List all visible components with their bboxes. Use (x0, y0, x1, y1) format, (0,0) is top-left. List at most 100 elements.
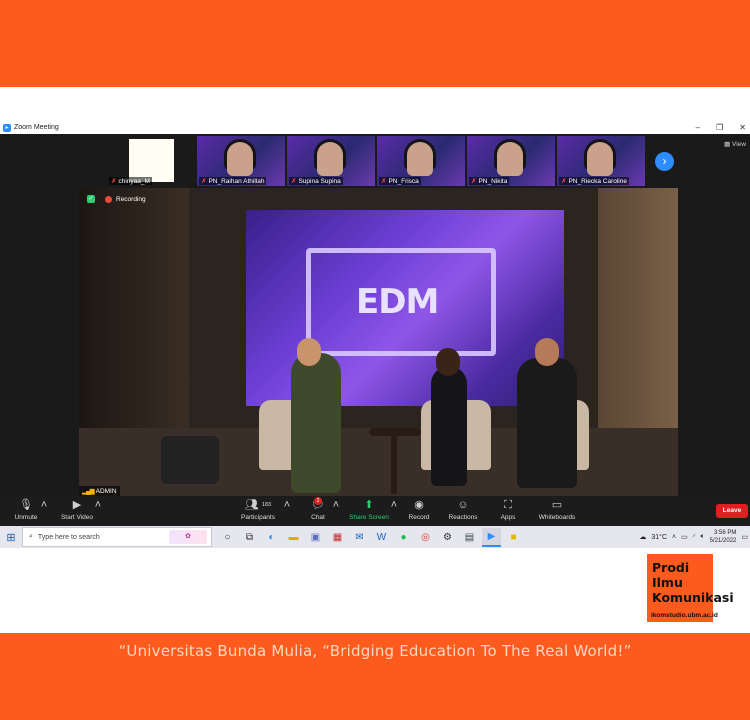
stage-table (369, 428, 421, 436)
meeting-toolbar: 🎙︎ Unmute ˄ ▶︎ Start Video ˄ 👥︎ 183 Part… (0, 496, 750, 526)
chat-options-caret[interactable]: ˄ (332, 499, 340, 512)
sticky-notes-icon[interactable]: ■ (504, 528, 523, 547)
participant-face (497, 142, 523, 176)
window-title: Zoom Meeting (14, 124, 59, 131)
taskbar-clock[interactable]: 3:56 PM 5/21/2022 (710, 529, 737, 545)
notification-icon[interactable]: ▭ (741, 533, 748, 541)
edge-icon[interactable]: ◐ (262, 528, 281, 547)
cortana-icon[interactable]: ○ (218, 528, 237, 547)
record-button[interactable]: ◉ Record (406, 499, 432, 521)
leave-button[interactable]: Leave (716, 504, 748, 518)
participants-icon: 👥︎ 183 (244, 499, 272, 511)
reactions-icon: ☺ (457, 499, 469, 511)
chevron-up-icon: ˄ (390, 499, 398, 511)
guest-person (517, 358, 577, 488)
search-placeholder: Type here to search (37, 533, 100, 541)
host-person (291, 353, 341, 493)
file-explorer-icon[interactable]: ▬ (284, 528, 303, 547)
share-screen-icon: ⬆︎ (364, 499, 374, 511)
record-icon: ◉ (414, 499, 424, 511)
recording-label: Recording (116, 195, 146, 203)
participant-face (317, 142, 343, 176)
participant-tile[interactable]: ✗ PN_Frisca (377, 136, 465, 186)
weather-temp[interactable]: 31°C (651, 534, 667, 541)
spotify-icon[interactable]: ● (394, 528, 413, 547)
participant-tile[interactable]: ✗ Supina Supina (287, 136, 375, 186)
muted-mic-icon: ✗ (111, 178, 117, 185)
participant-tile[interactable]: ✗ PN_Raihan Athillah (197, 136, 285, 186)
chrome-icon[interactable]: ◎ (416, 528, 435, 547)
signal-icon: ▂▄▆ (82, 488, 95, 495)
windows-start-icon[interactable]: ⊞ (0, 526, 22, 548)
participant-name: ✗ PN_Riecka Caroline (559, 177, 629, 185)
stage-speaker (161, 436, 219, 484)
muted-mic-icon: 🎙︎ (19, 499, 33, 511)
search-icon: ⌕ (29, 533, 33, 540)
volume-icon[interactable]: 🔈︎ (700, 533, 704, 541)
taskbar-search-input[interactable]: ⌕ Type here to search ✿ (22, 527, 212, 547)
system-tray: ☁ 31°C ˄ ▭ ◜ 🔈︎ 3:56 PM 5/21/2022 ▭ (639, 526, 748, 548)
tagline: “Universitas Bunda Mulia, “Bridging Educ… (118, 642, 632, 660)
restore-icon[interactable]: ❐ (716, 123, 723, 132)
battery-icon[interactable]: ▭ (681, 533, 688, 541)
window-controls: – ❐ ✕ (696, 121, 746, 134)
chat-badge: 2 (314, 497, 322, 505)
participant-name: ✗ PN_Raihan Athillah (199, 177, 267, 185)
participant-name: ✗ PN_Frisca (379, 177, 421, 185)
word-icon[interactable]: W (372, 528, 391, 547)
chat-button[interactable]: 💬︎ 2 Chat (306, 497, 330, 521)
participant-face (227, 142, 253, 176)
share-options-caret[interactable]: ˄ (390, 499, 398, 512)
minimize-icon[interactable]: – (696, 123, 700, 132)
windows-taskbar: ⊞ ⌕ Type here to search ✿ ○ ⧉ ◐ ▬ ▣ ▦ ✉ … (0, 526, 750, 548)
apps-icon: ⛶ (504, 499, 512, 511)
participant-name: ✗ Supina Supina (289, 177, 343, 185)
recording-dot-icon (105, 195, 112, 203)
chevron-up-icon[interactable]: ˄ (672, 534, 676, 541)
store-icon[interactable]: ▣ (306, 528, 325, 547)
audio-options-caret[interactable]: ˄ (40, 499, 48, 512)
participants-options-caret[interactable]: ˄ (283, 499, 291, 512)
stage-logo: EDM (356, 282, 439, 322)
calculator-icon[interactable]: ▤ (460, 528, 479, 547)
stage-table-leg (391, 436, 397, 494)
recording-indicator: ✓ Recording (87, 195, 146, 203)
video-off-icon: ▶︎ (72, 499, 82, 511)
mail-icon[interactable]: ✉ (350, 528, 369, 547)
active-speaker-name: ▂▄▆ ADMIN (79, 486, 120, 496)
zoom-taskbar-icon[interactable]: ▶ (482, 527, 501, 547)
whiteboard-icon: ▭ (551, 499, 563, 511)
view-button[interactable]: ▦ View (724, 140, 746, 148)
video-options-caret[interactable]: ˄ (94, 499, 102, 512)
whiteboards-button[interactable]: ▭ Whiteboards (536, 499, 578, 521)
top-orange-band (0, 0, 750, 87)
start-video-button[interactable]: ▶︎ Start Video (58, 499, 96, 521)
participant-name: ✗ chinyaa_M (109, 177, 152, 185)
next-page-arrow-icon[interactable]: › (655, 152, 674, 171)
app-icon[interactable]: ▦ (328, 528, 347, 547)
participant-video-blank (129, 139, 174, 182)
chevron-up-icon: ˄ (332, 499, 340, 511)
search-highlight-image: ✿ (169, 530, 207, 544)
participant-tile[interactable]: ✗ PN_Nikita (467, 136, 555, 186)
participant-tile[interactable]: ✗ chinyaa_M (107, 136, 195, 186)
shield-icon: ✓ (87, 195, 95, 203)
task-view-icon[interactable]: ⧉ (240, 528, 259, 547)
zoom-title-bar: ▸ Zoom Meeting – ❐ ✕ (0, 121, 750, 134)
unmute-button[interactable]: 🎙︎ Unmute (12, 499, 40, 521)
participant-tile[interactable]: ✗ PN_Riecka Caroline (557, 136, 645, 186)
close-icon[interactable]: ✕ (739, 123, 746, 132)
muted-mic-icon: ✗ (201, 178, 207, 185)
apps-button[interactable]: ⛶ Apps (496, 499, 520, 521)
chevron-up-icon: ˄ (40, 499, 48, 511)
zoom-app-icon: ▸ (3, 123, 11, 132)
settings-icon[interactable]: ⚙ (438, 528, 457, 547)
prodi-url: ikomstudio.ubm.ac.id (651, 612, 718, 619)
muted-mic-icon: ✗ (471, 178, 477, 185)
guest-head (535, 338, 559, 366)
reactions-button[interactable]: ☺ Reactions (446, 499, 480, 521)
participants-button[interactable]: 👥︎ 183 Participants (238, 499, 278, 521)
share-screen-button[interactable]: ⬆︎ Share Screen (348, 499, 390, 521)
participant-thumbnail-strip: ✗ chinyaa_M ✗ PN_Raihan Athillah ✗ Supina S… (107, 136, 645, 186)
network-icon[interactable]: ◜ (693, 533, 696, 541)
